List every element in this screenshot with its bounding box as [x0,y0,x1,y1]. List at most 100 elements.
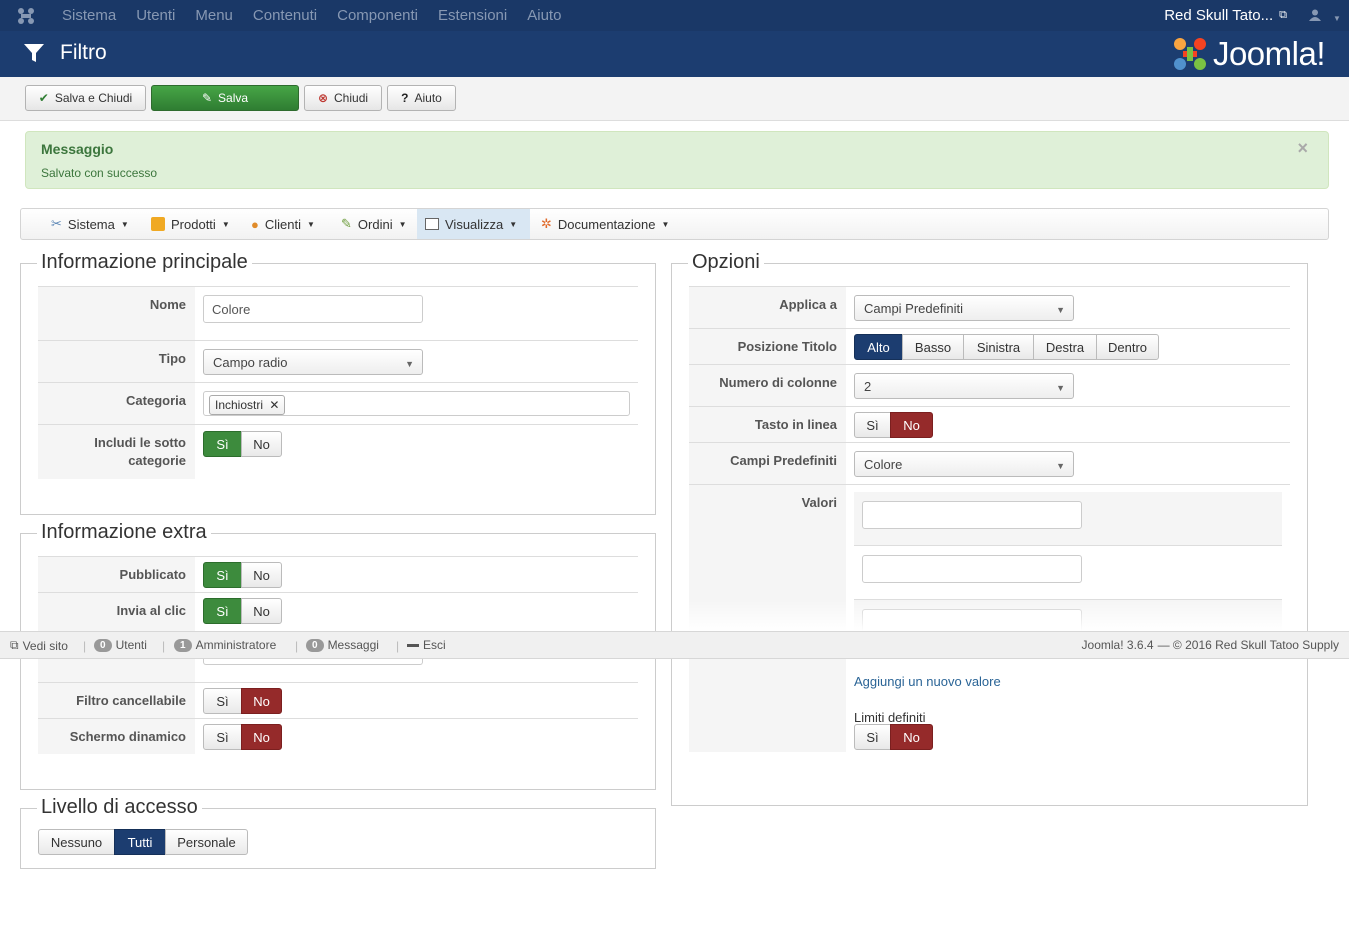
name-input[interactable]: Colore [203,295,423,323]
preset-select[interactable]: Colore ▼ [854,451,1074,477]
users-badge: 0 [94,638,112,652]
published-label: Pubblicato [38,557,195,592]
joomla-brand-icon [1173,38,1206,70]
nav-estensioni[interactable]: Estensioni [428,0,517,31]
question-icon: ? [401,91,409,105]
users-icon: ● [251,216,259,232]
logout-link[interactable]: Esci [407,638,446,652]
value-input-2[interactable] [862,555,1082,583]
nav-menu[interactable]: Menu [185,0,243,31]
apply-select[interactable]: Campi Predefiniti ▼ [854,295,1074,321]
subcategories-no[interactable]: No [241,431,282,457]
inline-label: Tasto in linea [689,407,846,442]
removable-no[interactable]: No [241,688,282,714]
inline-yes[interactable]: Sì [854,412,891,438]
removable-yes[interactable]: Sì [203,688,242,714]
version-info: Joomla! 3.6.4 — © 2016 Red Skull Tatoo S… [1081,638,1339,652]
admin-status[interactable]: 1 Amministratore [174,638,276,652]
tools-icon: ✂ [51,216,62,231]
page-header: Filtro Joomla! [0,31,1349,77]
save-button[interactable]: ✎ Salva [151,85,299,111]
component-menu: ✂ Sistema ▼ Prodotti ▼ ● Clienti ▼ ✎ Ordini… [20,208,1329,240]
cancel-icon: ⊗ [317,91,329,105]
columns-label: Numero di colonne [689,365,846,406]
separator: | [295,639,299,653]
title-pos-group: Alto Basso Sinistra Destra Dentro [854,334,1159,360]
dynamic-toggle: Sì No [203,724,282,750]
access-tutti[interactable]: Tutti [114,829,166,855]
save-close-button[interactable]: ✔ Salva e Chiudi [25,85,146,111]
subcategories-label: Includi le sotto categorie [38,425,195,479]
published-yes[interactable]: Sì [203,562,242,588]
lifebuoy-icon: ✲ [541,216,552,231]
menu-sistema[interactable]: ✂ Sistema ▼ [43,209,137,239]
category-label: Categoria [38,383,195,424]
submit-label: Invia al clic [38,593,195,631]
title-pos-sinistra[interactable]: Sinistra [963,334,1034,360]
preset-label: Campi Predefiniti [689,443,846,484]
status-bar: ⧉ Vedi sito | 0 Utenti | 1 Amministrator… [0,631,1349,659]
subcategories-yes[interactable]: Sì [203,431,242,457]
menu-visualizza[interactable]: Visualizza ▼ [417,209,530,239]
submit-no[interactable]: No [241,598,282,624]
toolbar: ✔ Salva e Chiudi ✎ Salva ⊗ Chiudi ? Aiut… [0,77,1349,121]
dynamic-yes[interactable]: Sì [203,724,242,750]
nav-contenuti[interactable]: Contenuti [243,0,327,31]
chevron-down-icon: ▼ [405,359,414,369]
separator: | [162,639,166,653]
access-level-group: Nessuno Tutti Personale [38,829,248,855]
value-input-1[interactable] [862,501,1082,529]
nav-aiuto[interactable]: Aiuto [517,0,571,31]
close-icon[interactable]: × [1297,138,1308,159]
menu-ordini[interactable]: ✎ Ordini ▼ [333,209,415,239]
access-legend: Livello di accesso [37,796,202,819]
limits-yes[interactable]: Sì [854,724,891,750]
access-nessuno[interactable]: Nessuno [38,829,115,855]
inline-no[interactable]: No [890,412,933,438]
box-icon [151,217,165,231]
submit-yes[interactable]: Sì [203,598,242,624]
help-button[interactable]: ? Aiuto [387,85,456,111]
removable-label: Filtro cancellabile [38,683,195,718]
apply-label: Applica a [689,287,846,328]
name-label: Nome [38,287,195,340]
menu-clienti[interactable]: ● Clienti ▼ [243,209,323,239]
menu-documentazione[interactable]: ✲ Documentazione ▼ [533,209,677,239]
category-chip: Inchiostri ✕ [209,395,286,415]
title-pos-alto[interactable]: Alto [854,334,903,360]
admin-badge: 1 [174,638,192,652]
published-toggle: Sì No [203,562,282,588]
title-pos-destra[interactable]: Destra [1033,334,1097,360]
window-icon [425,218,439,230]
extra-info-legend: Informazione extra [37,521,211,544]
view-site-link[interactable]: ⧉ Vedi sito [10,638,68,653]
type-select[interactable]: Campo radio ▼ [203,349,423,375]
dynamic-no[interactable]: No [241,724,282,750]
add-value-link[interactable]: Aggiungi un nuovo valore [854,674,1001,689]
chevron-down-icon: ▼ [1056,305,1065,315]
hidden-row-label [38,659,195,682]
nav-componenti[interactable]: Componenti [327,0,428,31]
title-pos-dentro[interactable]: Dentro [1096,334,1159,360]
chevron-down-icon: ▼ [1056,461,1065,471]
values-fade [854,600,1282,631]
alert-heading: Messaggio [41,141,114,157]
minus-icon [407,643,419,647]
messages-status[interactable]: 0 Messaggi [306,638,379,652]
joomla-logo-icon[interactable] [0,0,52,31]
access-personale[interactable]: Personale [165,829,248,855]
published-no[interactable]: No [241,562,282,588]
site-link[interactable]: Red Skull Tato... [1164,7,1273,24]
limits-toggle: Sì No [854,724,933,750]
options-legend: Opzioni [688,251,764,274]
nav-sistema[interactable]: Sistema [52,0,126,31]
nav-utenti[interactable]: Utenti [126,0,185,31]
close-button[interactable]: ⊗ Chiudi [304,85,382,111]
user-icon[interactable]: ▼ [1301,8,1349,24]
columns-select[interactable]: 2 ▼ [854,373,1074,399]
users-status[interactable]: 0 Utenti [94,638,147,652]
limits-no[interactable]: No [890,724,933,750]
title-pos-basso[interactable]: Basso [902,334,964,360]
menu-prodotti[interactable]: Prodotti ▼ [143,209,238,239]
remove-icon[interactable]: ✕ [269,398,279,412]
